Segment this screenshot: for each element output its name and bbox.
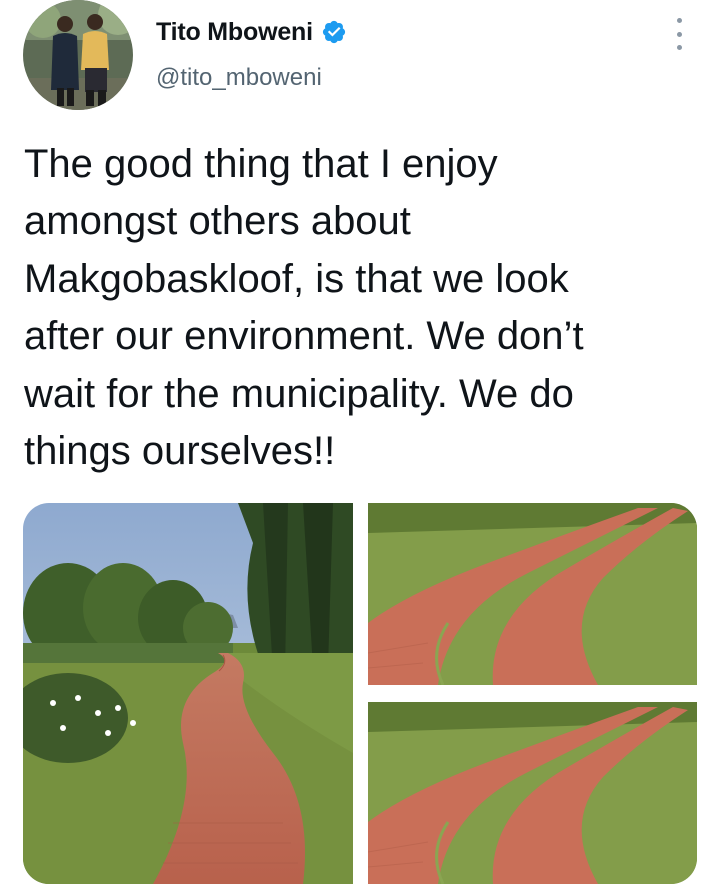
display-name[interactable]: Tito Mboweni [156, 18, 313, 47]
media-grid [23, 503, 697, 884]
dot [676, 18, 682, 23]
tweet-text: The good thing that I enjoy amongst othe… [24, 142, 584, 474]
tweet-card: Tito Mboweni @tito_mboweni The good thin… [0, 0, 720, 887]
photo-brick-road-trees[interactable] [23, 503, 353, 884]
dot [676, 45, 682, 50]
dot [676, 31, 682, 37]
verified-badge-icon [321, 19, 347, 45]
author-handle[interactable]: @tito_mboweni [156, 64, 322, 92]
profile-photo [23, 0, 133, 110]
author-name-row: Tito Mboweni [156, 16, 347, 48]
photo-brick-road-grass-1[interactable] [368, 503, 697, 685]
more-options-icon[interactable] [664, 18, 694, 50]
avatar[interactable] [23, 0, 133, 110]
photo-brick-road-grass-2[interactable] [368, 702, 697, 884]
